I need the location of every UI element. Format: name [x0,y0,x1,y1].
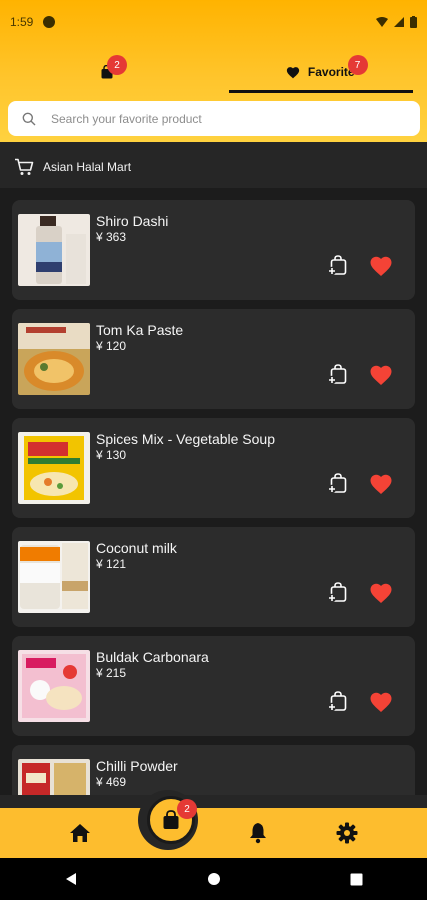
add-to-cart-icon[interactable] [326,580,350,604]
system-navigation-bar [0,858,427,900]
cart-icon [15,158,34,175]
app-notification-icon [43,16,56,28]
product-name: Coconut milk [96,540,177,556]
home-circle-icon[interactable] [207,872,221,886]
heart-icon [286,66,300,78]
search-placeholder: Search your favorite product [51,111,202,126]
product-card[interactable]: Shiro Dashi ¥ 363 [12,200,415,300]
product-card[interactable]: Chilli Powder ¥ 469 [12,745,415,795]
store-header[interactable]: Asian Halal Mart [0,146,427,188]
bottom-navigation [0,808,427,858]
nav-cart-badge: 2 [177,799,197,819]
status-time: 1:59 [10,15,34,29]
product-image [18,650,90,722]
product-card[interactable]: Coconut milk ¥ 121 [12,527,415,627]
product-name: Shiro Dashi [96,213,169,229]
product-price: ¥ 130 [96,448,127,462]
signal-icon [394,17,404,27]
product-card[interactable]: Spices Mix - Vegetable Soup ¥ 130 [12,418,415,518]
product-image [18,541,90,613]
product-price: ¥ 215 [96,666,127,680]
battery-icon [410,16,417,28]
gear-icon [336,822,358,844]
tab-indicator [229,90,413,93]
bell-icon [250,823,266,844]
favorite-heart-icon[interactable] [369,691,393,713]
add-to-cart-icon[interactable] [326,689,350,713]
favorite-heart-icon[interactable] [369,364,393,386]
nav-settings[interactable] [334,820,360,846]
tab-cart[interactable]: 2 [0,50,214,94]
product-name: Buldak Carbonara [96,649,209,665]
add-to-cart-icon[interactable] [326,362,350,386]
product-image [18,759,90,795]
tab-favorite[interactable]: Favorite 7 [214,50,427,94]
wifi-icon [376,17,388,27]
search-input[interactable]: Search your favorite product [8,101,420,136]
product-name: Spices Mix - Vegetable Soup [96,431,275,447]
status-icons [376,16,417,28]
nav-notifications[interactable] [245,820,271,846]
home-icon [70,824,90,842]
product-name: Chilli Powder [96,758,178,774]
product-name: Tom Ka Paste [96,322,184,338]
product-image [18,432,90,504]
tab-favorite-badge: 7 [347,55,368,75]
favorite-heart-icon[interactable] [369,582,393,604]
add-to-cart-icon[interactable] [326,471,350,495]
favorite-heart-icon[interactable] [369,473,393,495]
nav-home[interactable] [67,820,93,846]
product-card[interactable]: Tom Ka Paste ¥ 120 [12,309,415,409]
product-price: ¥ 120 [96,339,127,353]
search-icon [22,112,36,125]
tab-bar: 2 Favorite 7 [0,50,427,94]
product-price: ¥ 469 [96,775,127,789]
product-image [18,323,90,395]
product-image [18,214,90,286]
tab-cart-badge: 2 [107,55,127,75]
product-list[interactable]: Shiro Dashi ¥ 363 Tom Ka Paste ¥ 120 Spi… [0,188,427,795]
back-icon[interactable] [64,872,78,886]
recents-icon[interactable] [350,873,363,886]
add-to-cart-icon[interactable] [326,253,350,277]
product-price: ¥ 363 [96,230,127,244]
store-name: Asian Halal Mart [43,160,132,174]
favorite-heart-icon[interactable] [369,255,393,277]
status-bar: 1:59 [0,0,427,44]
product-price: ¥ 121 [96,557,127,571]
product-card[interactable]: Buldak Carbonara ¥ 215 [12,636,415,736]
